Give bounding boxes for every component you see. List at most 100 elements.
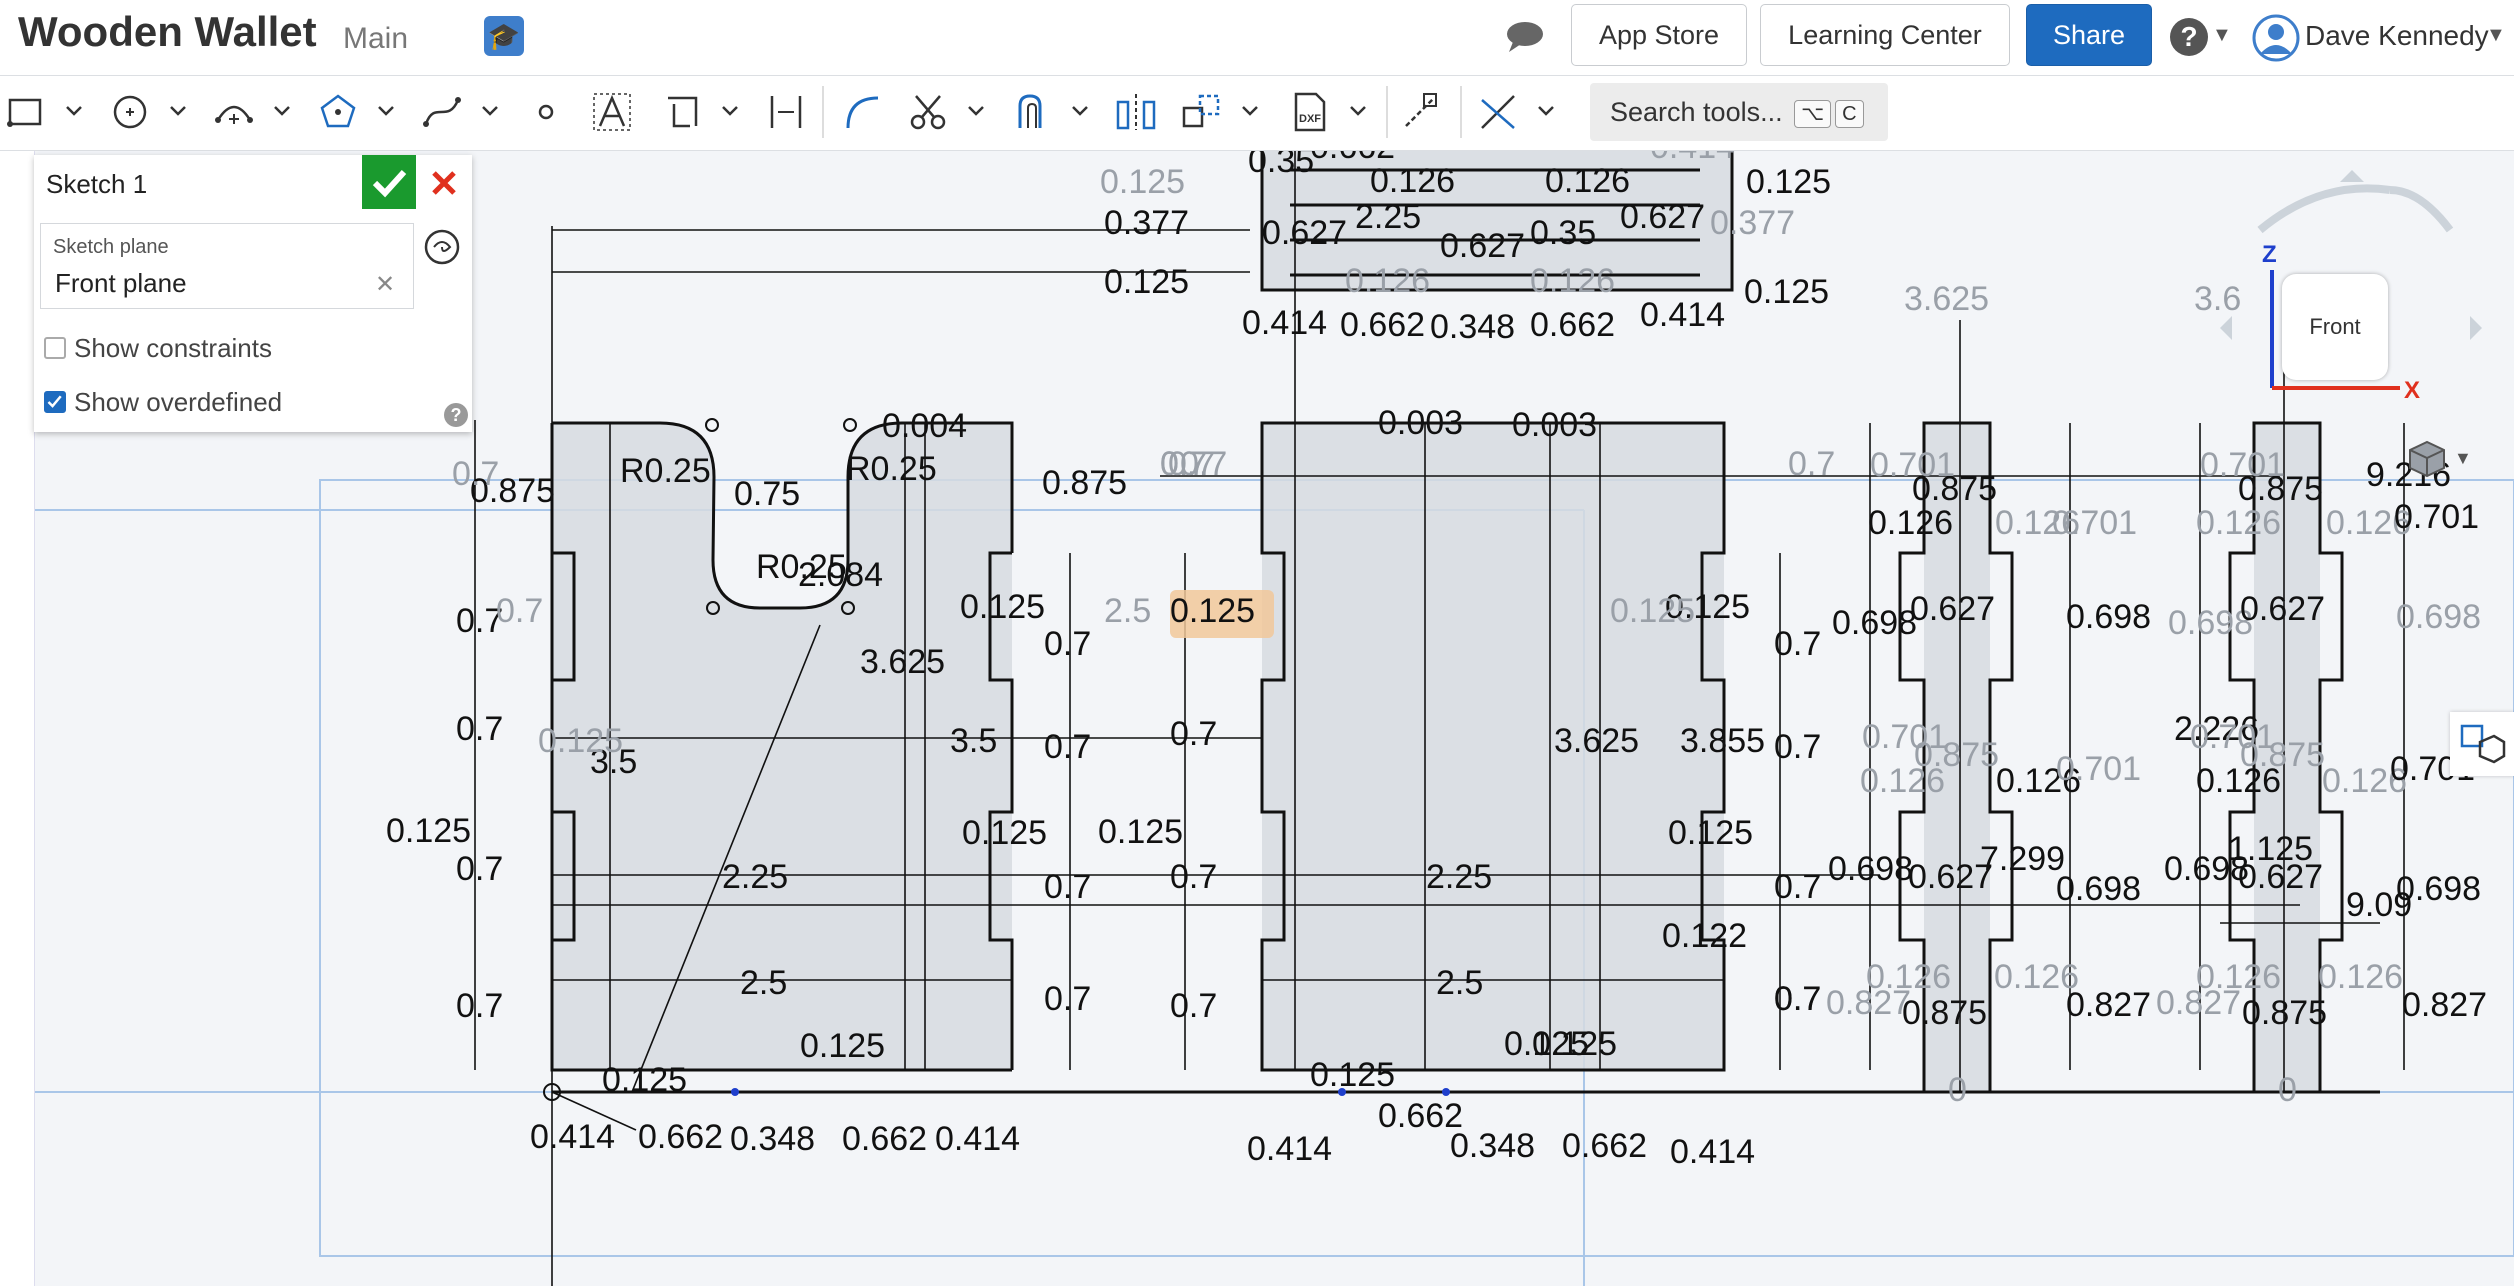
chevron-down-icon[interactable] bbox=[1238, 98, 1262, 122]
close-icon[interactable] bbox=[422, 161, 466, 205]
use-icon[interactable] bbox=[1010, 90, 1054, 134]
dimension-label[interactable]: 0.125 bbox=[1170, 592, 1255, 630]
dimension-label[interactable]: 0.7 bbox=[1170, 858, 1217, 896]
dimension-label[interactable]: 0.125 bbox=[1310, 1056, 1395, 1094]
dimension-label[interactable]: 0.701 bbox=[2056, 750, 2141, 788]
dimension-label[interactable]: 0.7 bbox=[456, 987, 503, 1025]
dimension-label[interactable]: 3.625 bbox=[1904, 280, 1989, 318]
chevron-down-icon[interactable]: ▼ bbox=[2486, 24, 2506, 47]
point-icon[interactable] bbox=[524, 90, 568, 134]
dimension-label[interactable]: 0.7 bbox=[1044, 625, 1091, 663]
dimension-label[interactable]: 2.5 bbox=[1104, 592, 1151, 630]
dimension-label[interactable]: 0.126 bbox=[2196, 504, 2281, 542]
rectangle-icon[interactable] bbox=[4, 90, 48, 134]
dimension-label[interactable]: 0.7 bbox=[1168, 445, 1215, 483]
dimension-label[interactable]: 0.35 bbox=[1530, 214, 1596, 252]
dimension-label[interactable]: 0.125 bbox=[538, 722, 623, 760]
help-icon[interactable]: ? bbox=[444, 403, 468, 427]
dimension-label[interactable]: 0.827 bbox=[2156, 984, 2241, 1022]
dimension-label[interactable]: 0.7 bbox=[1788, 445, 1835, 483]
dimension-label[interactable]: 0.7 bbox=[1774, 868, 1821, 906]
dimension-label[interactable]: 0.875 bbox=[1902, 994, 1987, 1032]
dimension-label[interactable]: 0.414 bbox=[1650, 151, 1735, 166]
chevron-down-icon[interactable] bbox=[1068, 98, 1092, 122]
show-overdefined-checkbox[interactable] bbox=[44, 391, 66, 413]
dimension-label[interactable]: 0.348 bbox=[730, 1120, 815, 1158]
chevron-down-icon[interactable] bbox=[1346, 98, 1370, 122]
dimension-label[interactable]: 0.126 bbox=[1370, 162, 1455, 200]
dimension-label[interactable]: 0.7 bbox=[1170, 987, 1217, 1025]
dimension-label[interactable]: 0.701 bbox=[2394, 498, 2479, 536]
search-tools-input[interactable]: Search tools... ⌥ C bbox=[1590, 83, 1888, 141]
learning-center-button[interactable]: Learning Center bbox=[1760, 4, 2010, 66]
document-title[interactable]: Wooden Wallet bbox=[18, 8, 317, 56]
polygon-icon[interactable] bbox=[316, 90, 360, 134]
dimension-label[interactable]: 2.25 bbox=[722, 858, 788, 896]
dimension-label[interactable]: 0.7 bbox=[1170, 715, 1217, 753]
dimension-label[interactable]: 3.5 bbox=[950, 722, 997, 760]
circle-icon[interactable] bbox=[108, 90, 152, 134]
chevron-down-icon[interactable] bbox=[374, 98, 398, 122]
dimension-label[interactable]: 0.377 bbox=[1710, 204, 1795, 242]
transform-icon[interactable] bbox=[1180, 90, 1224, 134]
show-constraints-checkbox[interactable] bbox=[44, 337, 66, 359]
dimension-label[interactable]: 2.084 bbox=[798, 556, 883, 594]
trim-icon[interactable] bbox=[906, 90, 950, 134]
cube-display-icon[interactable] bbox=[2404, 436, 2450, 482]
chevron-down-icon[interactable] bbox=[1534, 98, 1558, 122]
chevron-down-icon[interactable]: ▼ bbox=[2454, 448, 2472, 469]
dimension-label[interactable]: 0.125 bbox=[960, 588, 1045, 626]
dimension-label[interactable]: 0.662 bbox=[1530, 306, 1615, 344]
text-icon[interactable] bbox=[590, 90, 634, 134]
dimension-label[interactable]: 0.414 bbox=[530, 1118, 615, 1156]
dimension-label[interactable]: 0.126 bbox=[2318, 958, 2403, 996]
sketch-plane-field[interactable]: Sketch plane Front plane ✕ bbox=[40, 223, 414, 309]
dimension-label[interactable]: 0.126 bbox=[1868, 504, 1953, 542]
dimension-label[interactable]: 0.827 bbox=[2066, 986, 2151, 1024]
dimension-label[interactable]: 0.662 bbox=[1340, 306, 1425, 344]
dimension-label[interactable]: 0.126 bbox=[1545, 162, 1630, 200]
dimension-label[interactable]: 0.125 bbox=[602, 1061, 687, 1099]
dimension-label[interactable]: 0.627 bbox=[2240, 590, 2325, 628]
clear-icon[interactable]: ✕ bbox=[375, 270, 395, 299]
graduation-cap-icon[interactable]: 🎓 bbox=[484, 16, 524, 56]
help-icon[interactable]: ? bbox=[2170, 18, 2208, 56]
dimension-label[interactable]: 2.5 bbox=[1436, 964, 1483, 1002]
dimension-label[interactable]: 0.348 bbox=[1430, 308, 1515, 346]
fillet-icon[interactable] bbox=[840, 90, 884, 134]
chevron-down-icon[interactable] bbox=[478, 98, 502, 122]
dimension-label[interactable]: 0.125 bbox=[1668, 814, 1753, 852]
dimension-label[interactable]: 0.126 bbox=[1860, 762, 1945, 800]
share-button[interactable]: Share bbox=[2026, 4, 2152, 66]
dimension-label[interactable]: 3.625 bbox=[1554, 722, 1639, 760]
dimension-label[interactable]: 0.827 bbox=[2402, 986, 2487, 1024]
dimension-label[interactable]: 0.627 bbox=[1620, 198, 1705, 236]
chevron-down-icon[interactable] bbox=[62, 98, 86, 122]
dimension-label[interactable]: 0.414 bbox=[935, 1120, 1020, 1158]
dimension-label[interactable]: 0.7 bbox=[456, 850, 503, 888]
chevron-down-icon[interactable] bbox=[166, 98, 190, 122]
dimension-label[interactable]: 0.35 bbox=[1248, 151, 1314, 180]
dimension-label[interactable]: 0.125 bbox=[1746, 163, 1831, 201]
dimension-label[interactable]: 0.125 bbox=[1104, 263, 1189, 301]
dimension-label[interactable]: 0.875 bbox=[2238, 470, 2323, 508]
confirm-check-button[interactable] bbox=[362, 155, 416, 209]
dimension-label[interactable]: 2.25 bbox=[1426, 858, 1492, 896]
chevron-down-icon[interactable]: ▼ bbox=[2212, 24, 2232, 47]
dimension-label[interactable]: 0.003 bbox=[1378, 404, 1463, 442]
appearance-panel-icon[interactable] bbox=[2450, 712, 2514, 776]
dimension-label[interactable]: 0.125 bbox=[1098, 813, 1183, 851]
view-cube-front-face[interactable]: Front bbox=[2282, 274, 2388, 380]
dimension-label[interactable]: 0.414 bbox=[1640, 296, 1725, 334]
dimension-label[interactable]: 0.126 bbox=[1345, 262, 1430, 300]
app-store-button[interactable]: App Store bbox=[1571, 4, 1747, 66]
dimension-label[interactable]: 0.627 bbox=[2238, 858, 2323, 896]
chat-icon[interactable] bbox=[1503, 18, 1547, 54]
dimension-label[interactable]: 0.7 bbox=[1044, 868, 1091, 906]
dimension-label[interactable]: 0.7 bbox=[1774, 625, 1821, 663]
dimension-label[interactable]: 0.122 bbox=[1662, 917, 1747, 955]
dimension-label[interactable]: 0.662 bbox=[842, 1120, 927, 1158]
dimension-label[interactable]: 0.662 bbox=[1562, 1127, 1647, 1165]
construction-icon[interactable] bbox=[1398, 90, 1442, 134]
dimension-label[interactable]: 2.25 bbox=[1355, 198, 1421, 236]
